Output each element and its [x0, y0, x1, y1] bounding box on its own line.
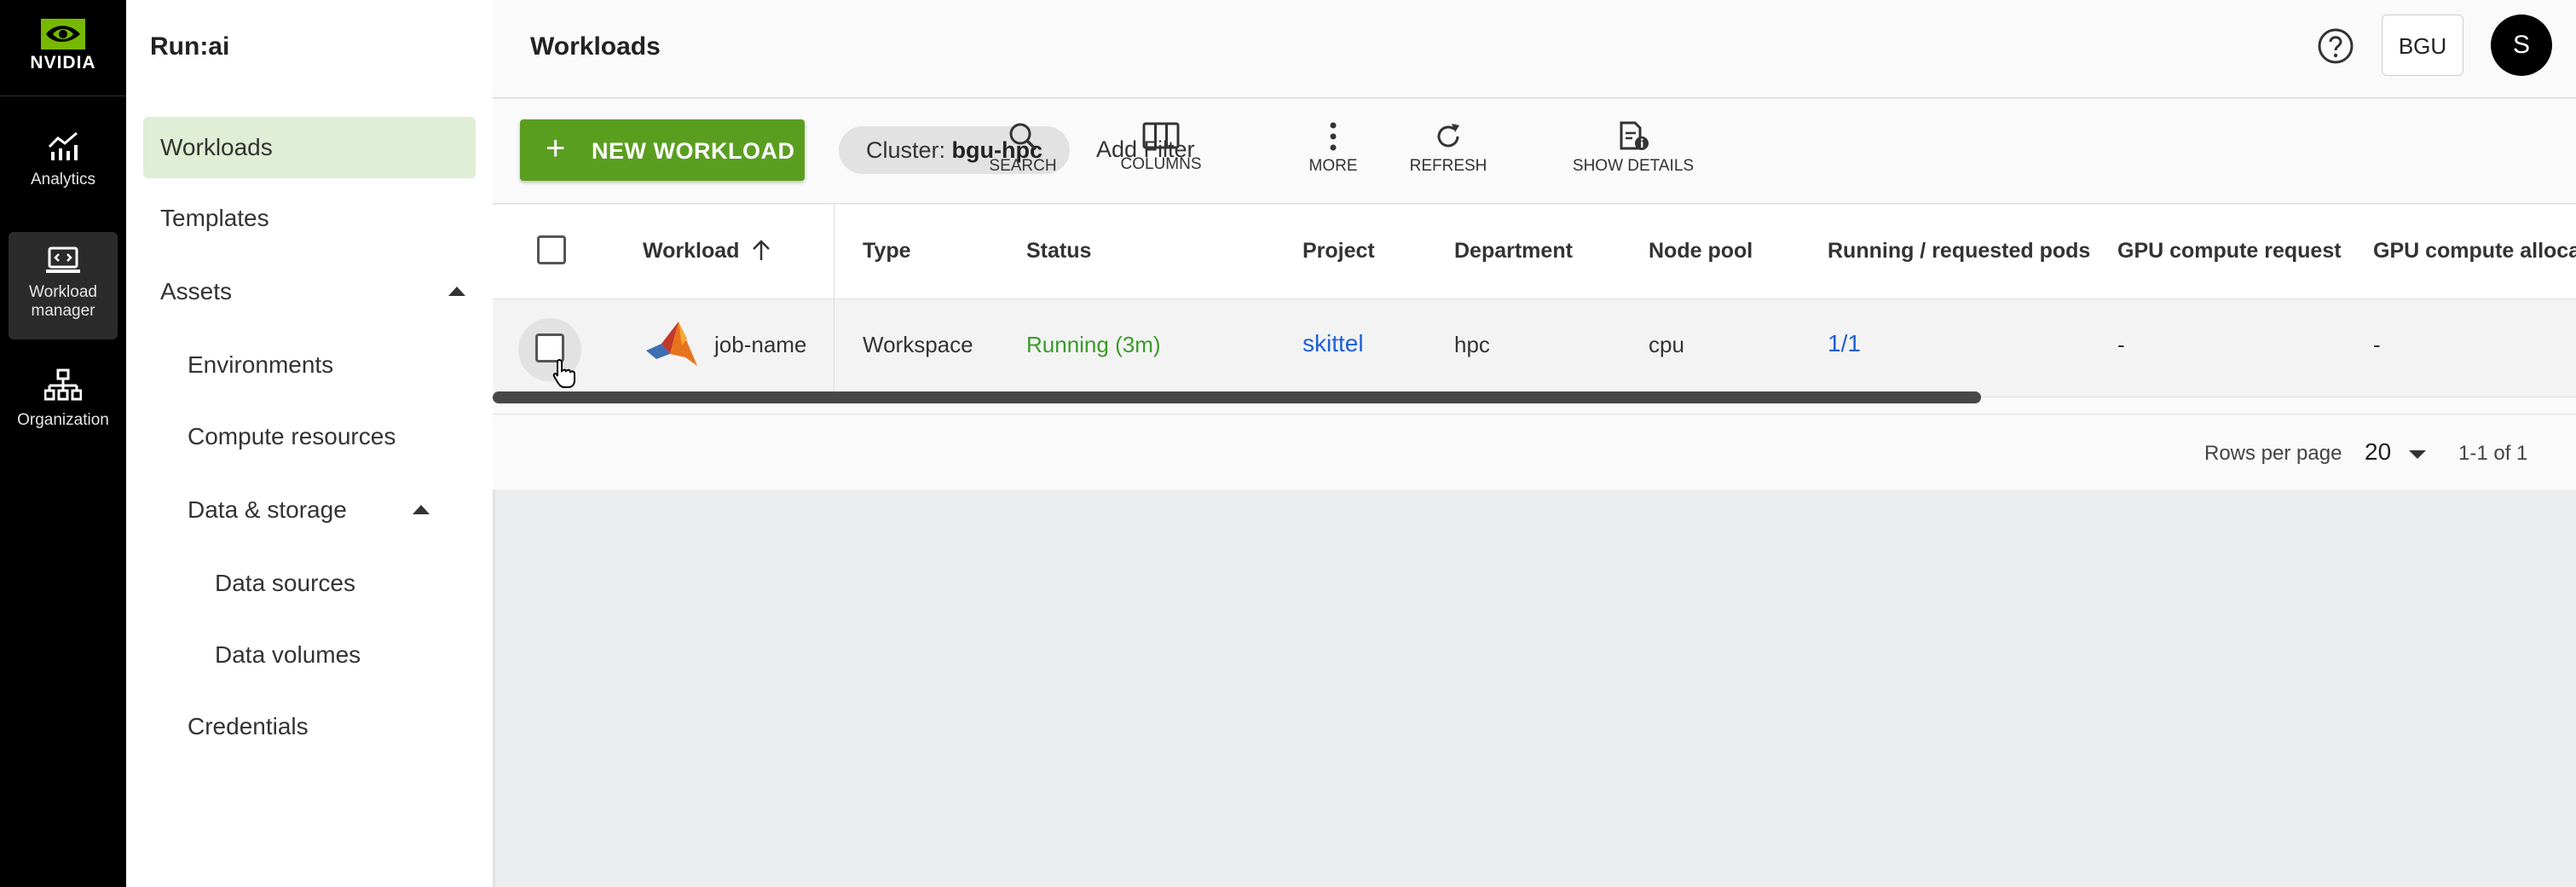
chevron-down-icon[interactable] — [2409, 450, 2426, 459]
cluster-label: Cluster: — [866, 137, 946, 163]
cell-gpu-request: - — [2117, 332, 2125, 357]
sidebar-label-workloads: Workloads — [160, 134, 273, 160]
columns-icon — [1142, 122, 1180, 149]
organization-button[interactable]: BGU — [2382, 14, 2463, 76]
sidebar-item-data-storage[interactable]: Data & storage — [188, 496, 443, 525]
sticky-column-divider — [834, 205, 835, 397]
rail-label-workload: Workload — [29, 283, 97, 301]
refresh-icon — [1437, 124, 1459, 148]
show-details-label: SHOW DETAILS — [1572, 157, 1695, 175]
cell-department: hpc — [1454, 332, 1490, 357]
rail-item-workload-manager[interactable]: Workload manager — [9, 232, 118, 339]
table-pagination: Rows per page 20 1-1 of 1 — [493, 414, 2576, 490]
rail-item-analytics[interactable]: Analytics — [9, 128, 118, 205]
rows-per-page-select[interactable]: 20 — [2365, 438, 2391, 466]
rail-label-manager: manager — [31, 302, 95, 320]
select-all-checkbox[interactable] — [537, 235, 566, 264]
sidebar-item-data-sources[interactable]: Data sources — [215, 570, 355, 597]
page-title: Workloads — [530, 32, 661, 61]
user-avatar[interactable]: S — [2491, 14, 2552, 76]
sidebar-label-data-storage: Data & storage — [188, 496, 347, 523]
plus-icon: + — [546, 130, 566, 167]
caret-up-icon — [413, 505, 430, 514]
cell-type: Workspace — [863, 332, 973, 357]
details-icon — [1620, 121, 1649, 150]
column-header-gpu-request[interactable]: GPU compute request — [2117, 239, 2342, 264]
column-label-workload: Workload — [643, 239, 740, 263]
toolbar: + NEW WORKLOAD Cluster: bgu-hpc Add Filt… — [493, 99, 2576, 204]
nvidia-eye-icon — [41, 19, 85, 49]
sidebar-item-assets[interactable]: Assets — [160, 278, 467, 307]
rail-item-organization[interactable]: Organization — [9, 368, 118, 445]
rail-label-analytics: Analytics — [30, 171, 96, 188]
nvidia-logo[interactable]: NVIDIA — [0, 0, 126, 96]
sidebar-item-templates[interactable]: Templates — [160, 205, 269, 232]
more-button[interactable]: MORE — [1302, 121, 1364, 176]
refresh-label: REFRESH — [1409, 157, 1487, 175]
sidebar-item-data-volumes[interactable]: Data volumes — [215, 641, 361, 669]
help-icon[interactable] — [2317, 27, 2354, 65]
chart-icon — [48, 131, 78, 160]
sidebar: Run:ai Workloads Templates Assets Enviro… — [126, 0, 493, 887]
column-header-status[interactable]: Status — [1026, 239, 1091, 264]
sidebar-label-assets: Assets — [160, 278, 233, 304]
search-label: SEARCH — [989, 157, 1057, 175]
cell-status: Running (3m) — [1026, 332, 1161, 357]
matlab-icon — [646, 322, 697, 366]
columns-button[interactable]: COLUMNS — [1117, 121, 1205, 174]
column-header-project[interactable]: Project — [1302, 239, 1375, 264]
more-vert-icon — [1330, 122, 1337, 151]
product-title: Run:ai — [150, 32, 230, 61]
pagination-range: 1-1 of 1 — [2458, 442, 2528, 465]
column-header-gpu-allocation[interactable]: GPU compute allocatio — [2373, 239, 2576, 264]
rail-label-organization: Organization — [17, 411, 109, 429]
new-workload-button[interactable]: + NEW WORKLOAD — [520, 119, 805, 181]
org-tree-icon — [44, 368, 82, 401]
table-header: Workload Type Status Project Department … — [493, 205, 2576, 299]
nvidia-wordmark: NVIDIA — [30, 53, 96, 72]
search-button[interactable]: SEARCH — [985, 121, 1060, 176]
caret-up-icon — [448, 287, 465, 296]
horizontal-scrollbar[interactable] — [493, 391, 1981, 403]
search-icon — [1009, 123, 1037, 151]
refresh-button[interactable]: REFRESH — [1408, 121, 1488, 176]
workload-icon — [46, 246, 80, 273]
table-row[interactable]: job-name Workspace Running (3m) skittel … — [493, 299, 2576, 397]
column-header-pods[interactable]: Running / requested pods — [1828, 239, 2090, 264]
column-header-department[interactable]: Department — [1454, 239, 1573, 264]
sidebar-item-workloads[interactable]: Workloads — [143, 117, 476, 178]
new-workload-label: NEW WORKLOAD — [592, 138, 795, 164]
cell-project-link[interactable]: skittel — [1302, 330, 1364, 357]
cell-workload-name[interactable]: job-name — [714, 332, 806, 358]
workloads-table: Workload Type Status Project Department … — [493, 205, 2576, 490]
top-header: Workloads BGU S — [493, 0, 2576, 98]
columns-label: COLUMNS — [1120, 155, 1202, 173]
cell-gpu-allocation: - — [2373, 332, 2381, 357]
more-label: MORE — [1308, 157, 1358, 175]
sidebar-item-credentials[interactable]: Credentials — [188, 713, 309, 740]
column-header-workload[interactable]: Workload — [643, 239, 771, 264]
hand-cursor-icon — [552, 358, 575, 388]
column-header-type[interactable]: Type — [863, 239, 911, 264]
sidebar-item-compute-resources[interactable]: Compute resources — [188, 423, 396, 450]
show-details-button[interactable]: SHOW DETAILS — [1563, 121, 1703, 176]
column-header-node-pool[interactable]: Node pool — [1649, 239, 1753, 264]
app-rail: NVIDIA Analytics Workload manager Organi… — [0, 0, 126, 887]
cell-node-pool: cpu — [1649, 332, 1684, 357]
cell-pods-link[interactable]: 1/1 — [1828, 330, 1861, 357]
sort-arrow-up-icon[interactable] — [752, 239, 771, 261]
rows-per-page-label: Rows per page — [2204, 442, 2342, 465]
sidebar-item-environments[interactable]: Environments — [188, 351, 333, 379]
